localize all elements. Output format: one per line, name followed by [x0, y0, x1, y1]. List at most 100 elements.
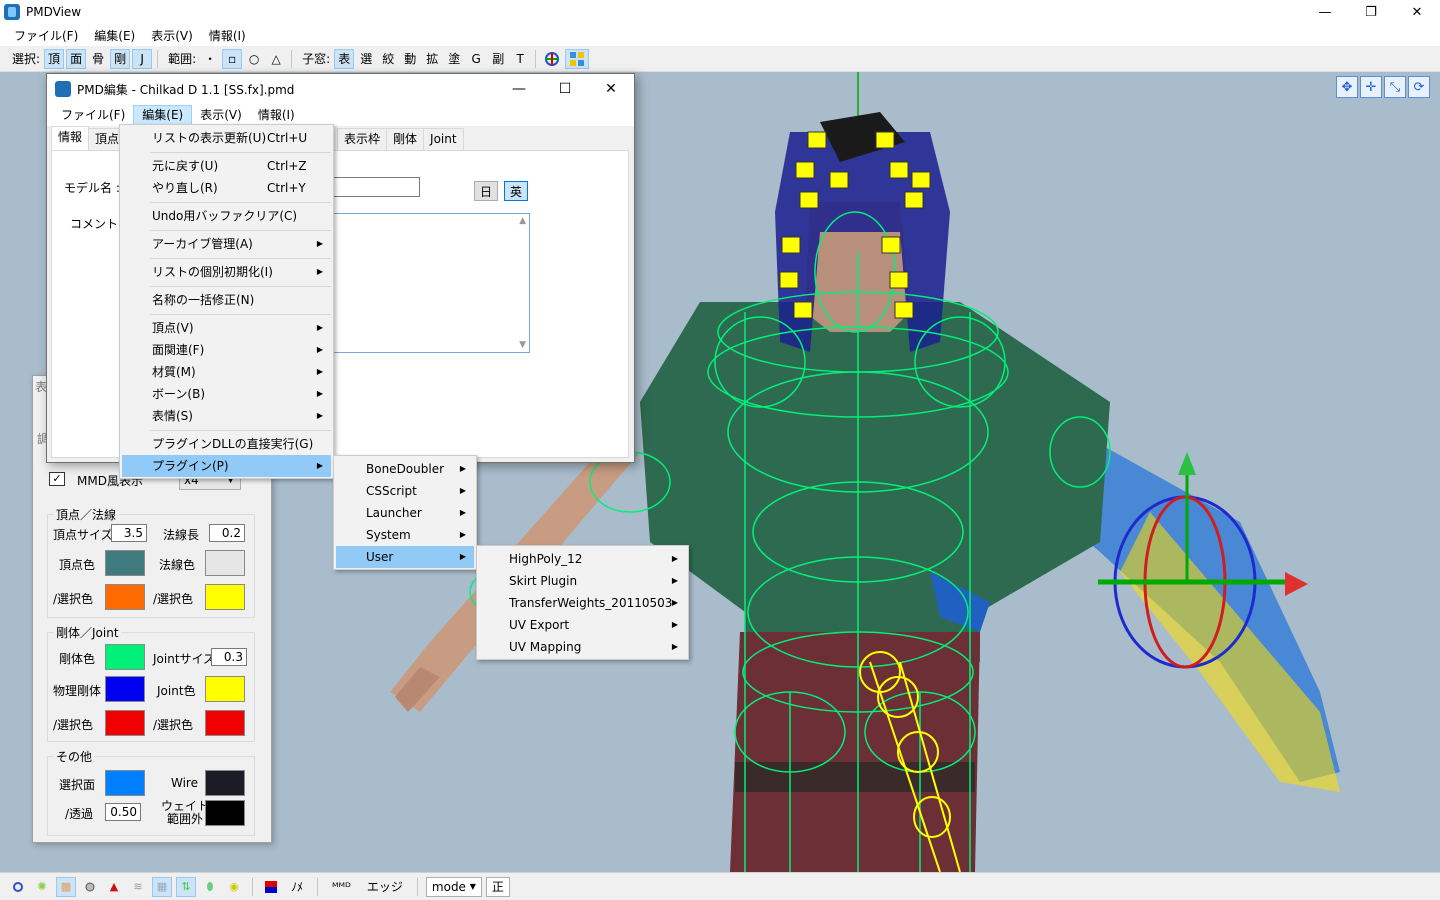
scale-icon[interactable]: ⤡ [1384, 76, 1406, 98]
edge-toggle[interactable]: エッジ [361, 877, 409, 897]
grid-icon[interactable] [565, 48, 590, 69]
edit-maximize-button[interactable]: ☐ [542, 74, 588, 104]
menu-view[interactable]: 表示(V) [143, 27, 201, 44]
edit-close-button[interactable]: ✕ [588, 74, 634, 104]
triangle-icon[interactable]: ▲ [104, 877, 124, 897]
child-paint-button[interactable]: 塗 [444, 49, 464, 69]
rotate-icon[interactable]: ⟳ [1408, 76, 1430, 98]
target-icon[interactable] [541, 49, 563, 69]
edit-minimize-button[interactable]: — [496, 74, 542, 104]
menu-undo[interactable]: 元に戻す(U) Ctrl+Z [122, 155, 331, 177]
child-scale-button[interactable]: 拡 [422, 49, 442, 69]
range-rect-button[interactable]: ▫ [222, 48, 243, 69]
weight-out-color-swatch[interactable] [205, 800, 245, 826]
range-circle-button[interactable]: ○ [244, 49, 264, 69]
tab-rigid[interactable]: 剛体 [386, 128, 425, 150]
edit-menu-edit[interactable]: 編集(E) [133, 105, 193, 125]
menu-plugin-dll[interactable]: プラグインDLLの直接実行(G) [122, 433, 331, 455]
normal-color-swatch[interactable] [205, 550, 245, 576]
menu-vertex[interactable]: 頂点(V) ▶ [122, 317, 331, 339]
joint-sel-color-swatch[interactable] [205, 710, 245, 736]
move-all-icon[interactable]: ✛ [1360, 76, 1382, 98]
vertex-display-icon[interactable] [8, 877, 28, 897]
child-t-button[interactable]: T [510, 49, 530, 69]
menu-face[interactable]: 面関連(F) ▶ [122, 339, 331, 361]
plugin-system[interactable]: System ▶ [336, 524, 474, 546]
lang-en-button[interactable]: 英 [504, 181, 528, 201]
grid-display-icon[interactable]: ▦ [152, 876, 172, 897]
user-uv-export[interactable]: UV Export ▶ [479, 614, 686, 636]
plugin-user[interactable]: User ▶ [336, 546, 474, 568]
texture-icon[interactable]: ▩ [56, 876, 76, 897]
close-button[interactable]: ✕ [1394, 0, 1440, 24]
normal-length-input[interactable]: 0.2 [209, 524, 245, 542]
plugin-bonedoubler[interactable]: BoneDoubler ▶ [336, 458, 474, 480]
bone-display-icon[interactable]: ⇅ [176, 876, 196, 897]
wave-icon[interactable]: ≋ [128, 877, 148, 897]
sel-face-color-swatch[interactable] [105, 770, 145, 796]
select-bone-button[interactable]: 骨 [88, 49, 108, 69]
phys-rigid-color-swatch[interactable] [105, 676, 145, 702]
range-point-button[interactable]: ・ [200, 49, 220, 69]
child-move-button[interactable]: 動 [400, 49, 420, 69]
menu-refresh-list[interactable]: リストの表示更新(U) Ctrl+U [122, 127, 331, 149]
minimize-button[interactable]: — [1302, 0, 1348, 24]
user-skirt-plugin[interactable]: Skirt Plugin ▶ [479, 570, 686, 592]
no-label[interactable]: ﾉﾒ [285, 877, 309, 897]
mode-select[interactable]: mode ▼ [425, 876, 482, 897]
select-joint-button[interactable]: J [132, 48, 153, 69]
menu-archive[interactable]: アーカイブ管理(A) ▶ [122, 233, 331, 255]
child-filter-button[interactable]: 絞 [378, 49, 398, 69]
user-transfer-weights[interactable]: TransferWeights_20110503 ▶ [479, 592, 686, 614]
select-face-button[interactable]: 面 [66, 48, 87, 69]
mmd-toggle-icon[interactable]: ᴹᴹᴰ [326, 877, 357, 897]
child-select-button[interactable]: 選 [356, 49, 376, 69]
vertex-size-input[interactable]: 3.5 [111, 524, 147, 542]
move-xy-icon[interactable]: ✥ [1336, 76, 1358, 98]
scroll-up-icon[interactable]: ▲ [519, 216, 526, 226]
range-triangle-button[interactable]: △ [266, 49, 286, 69]
child-sub-button[interactable]: 副 [488, 49, 508, 69]
model-name-input[interactable] [332, 177, 420, 197]
spark-icon[interactable]: ✺ [32, 877, 52, 897]
point-icon[interactable] [80, 877, 100, 897]
joint-display-icon[interactable]: ◉ [224, 877, 244, 897]
edit-menu-file[interactable]: ファイル(F) [53, 105, 133, 125]
edit-menu-view[interactable]: 表示(V) [192, 105, 250, 125]
joint-color-swatch[interactable] [205, 676, 245, 702]
comment-textarea[interactable]: ▲ ▼ [332, 213, 530, 353]
joint-size-input[interactable]: 0.3 [211, 648, 247, 666]
plugin-csscript[interactable]: CSScript ▶ [336, 480, 474, 502]
wire-color-swatch[interactable] [205, 770, 245, 796]
shape-icon[interactable]: ⬮ [200, 877, 220, 897]
tab-display-frame[interactable]: 表示枠 [337, 128, 388, 150]
tab-info[interactable]: 情報 [51, 126, 90, 150]
color-icon[interactable] [261, 877, 281, 897]
menu-redo[interactable]: やり直し(R) Ctrl+Y [122, 177, 331, 199]
lang-jp-button[interactable]: 日 [474, 181, 498, 201]
transparency-input[interactable]: 0.50 [105, 803, 141, 821]
rigid-color-swatch[interactable] [105, 644, 145, 670]
select-vertex-button[interactable]: 頂 [44, 48, 65, 69]
menu-morph[interactable]: 表情(S) ▶ [122, 405, 331, 427]
mmd-display-checkbox[interactable]: ✓ [49, 472, 65, 486]
select-rigid-button[interactable]: 剛 [110, 48, 131, 69]
child-display-button[interactable]: 表 [334, 48, 355, 69]
tab-joint[interactable]: Joint [423, 128, 464, 150]
menu-file[interactable]: ファイル(F) [6, 27, 86, 44]
menu-edit[interactable]: 編集(E) [86, 27, 143, 44]
maximize-button[interactable]: ❐ [1348, 0, 1394, 24]
rigid-sel-color-swatch[interactable] [105, 710, 145, 736]
menu-clear-undo[interactable]: Undo用バッファクリア(C) [122, 205, 331, 227]
menu-plugin[interactable]: プラグイン(P) ▶ [122, 455, 331, 477]
menu-list-init[interactable]: リストの個別初期化(I) ▶ [122, 261, 331, 283]
user-uv-mapping[interactable]: UV Mapping ▶ [479, 636, 686, 658]
menu-info[interactable]: 情報(I) [201, 27, 254, 44]
normal-sel-color-swatch[interactable] [205, 584, 245, 610]
menu-bone[interactable]: ボーン(B) ▶ [122, 383, 331, 405]
menu-material[interactable]: 材質(M) ▶ [122, 361, 331, 383]
ortho-toggle[interactable]: 正 [485, 876, 510, 897]
child-g-button[interactable]: G [466, 49, 486, 69]
vertex-sel-color-swatch[interactable] [105, 584, 145, 610]
scroll-down-icon[interactable]: ▼ [519, 340, 526, 350]
